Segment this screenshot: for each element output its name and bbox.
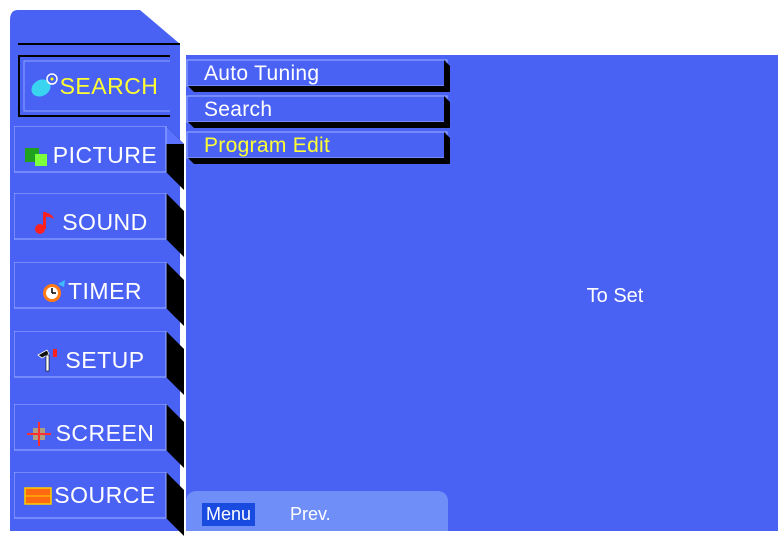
source-input-icon: [24, 482, 53, 508]
submenu-item-search[interactable]: Search: [186, 95, 450, 128]
submenu-item-program-edit[interactable]: Program Edit: [186, 131, 450, 164]
menu-item-label: SOUND: [62, 208, 148, 235]
music-note-icon: [32, 209, 58, 235]
menu-item-sound[interactable]: SOUND: [14, 193, 184, 257]
prev-key-hint: Prev.: [290, 504, 331, 524]
picture-icon: [23, 142, 49, 168]
menu-key-hint: Menu: [202, 503, 256, 526]
menu-item-label: SEARCH: [59, 72, 159, 99]
submenu-item-label: Auto Tuning: [204, 62, 320, 85]
satellite-dish-icon: [30, 73, 58, 99]
screen-adjust-icon: [26, 420, 52, 446]
menu-item-setup[interactable]: SETUP: [14, 331, 184, 395]
menu-item-label: SCREEN: [55, 419, 155, 446]
help-bar: Menu Prev.: [186, 491, 448, 531]
menu-item-label: PICTURE: [52, 141, 158, 168]
alarm-clock-icon: [38, 278, 65, 304]
detail-panel: To Set: [452, 55, 778, 531]
submenu-item-auto-tuning[interactable]: Auto Tuning: [186, 59, 450, 92]
menu-item-label: TIMER: [67, 277, 143, 304]
menu-item-label: SOURCE: [54, 481, 156, 508]
menu-item-label: SETUP: [65, 346, 145, 373]
menu-item-timer[interactable]: TIMER: [14, 262, 184, 326]
submenu-item-label: Search: [204, 98, 273, 121]
detail-text: To Set: [586, 285, 644, 307]
submenu-panel: Auto Tuning Search Program Edit: [186, 55, 452, 531]
menu-item-picture[interactable]: PICTURE: [14, 126, 184, 190]
hammer-icon: [35, 347, 61, 373]
menu-item-source[interactable]: SOURCE: [14, 472, 184, 536]
menu-item-screen[interactable]: SCREEN: [14, 404, 184, 468]
menu-item-search[interactable]: SEARCH: [18, 55, 170, 117]
submenu-item-label: Program Edit: [204, 134, 331, 157]
